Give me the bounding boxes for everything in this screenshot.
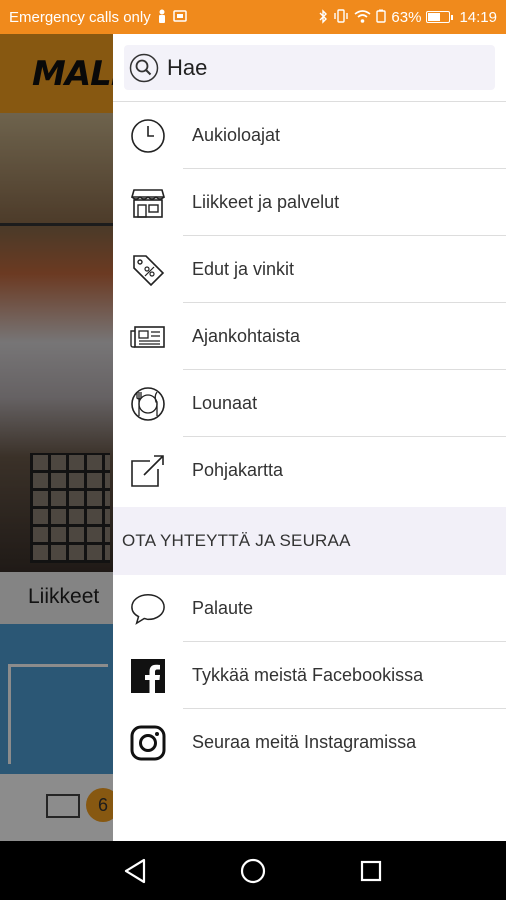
- menu-item-facebook[interactable]: Tykkää meistä Facebookissa: [113, 642, 506, 709]
- vibrate-icon: [333, 9, 349, 25]
- menu-item-label: Seuraa meitä Instagramissa: [192, 732, 417, 752]
- home-icon[interactable]: [238, 856, 268, 886]
- battery-icon: [426, 11, 454, 23]
- system-nav-bar: [0, 841, 506, 900]
- menu-item-label: Lounaat: [192, 393, 258, 413]
- battery-saver-icon: [376, 9, 387, 25]
- menu-item-lunches[interactable]: Lounaat: [113, 370, 506, 437]
- clock-icon: [130, 118, 166, 154]
- sim-icon: [172, 10, 189, 24]
- search-icon: [129, 53, 159, 83]
- menu-item-opening-hours[interactable]: Aukioloajat: [113, 102, 506, 169]
- menu-item-news[interactable]: Ajankohtaista: [113, 303, 506, 370]
- plate-cutlery-icon: [130, 386, 166, 422]
- back-icon[interactable]: [120, 856, 150, 886]
- status-left: Emergency calls only: [9, 9, 318, 26]
- newspaper-icon: [130, 319, 166, 355]
- tag-icon: [130, 252, 166, 288]
- status-right: 63% 14:19: [318, 9, 497, 26]
- menu-item-label: Palaute: [192, 598, 254, 618]
- menu-item-label: Edut ja vinkit: [192, 259, 295, 279]
- recents-icon[interactable]: [356, 856, 386, 886]
- menu-item-offers[interactable]: Edut ja vinkit: [113, 236, 506, 303]
- carrier-text: Emergency calls only: [9, 8, 151, 26]
- menu-item-label: Tykkää meistä Facebookissa: [192, 665, 424, 685]
- menu-item-stores[interactable]: Liikkeet ja palvelut: [113, 169, 506, 236]
- menu-item-label: Ajankohtaista: [192, 326, 301, 346]
- menu-item-label: Liikkeet ja palvelut: [192, 192, 340, 212]
- speech-bubble-icon: [130, 591, 166, 627]
- bluetooth-icon: [318, 8, 328, 26]
- app-screen: Emergency calls only 63% 14:19 MALL Liik…: [0, 0, 506, 900]
- navigation-drawer: Hae Aukioloajat Liikkeet ja palvelut Edu…: [113, 34, 506, 841]
- battery-percent: 63%: [391, 8, 422, 26]
- menu-item-label: Aukioloajat: [192, 125, 281, 145]
- section-header-contact: OTA YHTEYTTÄ JA SEURAA: [113, 507, 506, 575]
- menu-item-label: Pohjakartta: [192, 460, 284, 480]
- status-bar: Emergency calls only 63% 14:19: [0, 0, 506, 34]
- facebook-icon: [130, 658, 166, 694]
- search-placeholder: Hae: [167, 54, 208, 80]
- wifi-icon: [354, 9, 371, 25]
- store-icon: [130, 185, 166, 221]
- menu-item-instagram[interactable]: Seuraa meitä Instagramissa: [113, 709, 506, 776]
- person-icon: [157, 9, 167, 25]
- menu-item-feedback[interactable]: Palaute: [113, 575, 506, 642]
- search-field[interactable]: Hae: [124, 45, 495, 90]
- menu-item-floor-map[interactable]: Pohjakartta: [113, 437, 506, 504]
- external-link-icon: [130, 453, 166, 489]
- clock-time: 14:19: [459, 8, 497, 26]
- instagram-icon: [130, 725, 166, 761]
